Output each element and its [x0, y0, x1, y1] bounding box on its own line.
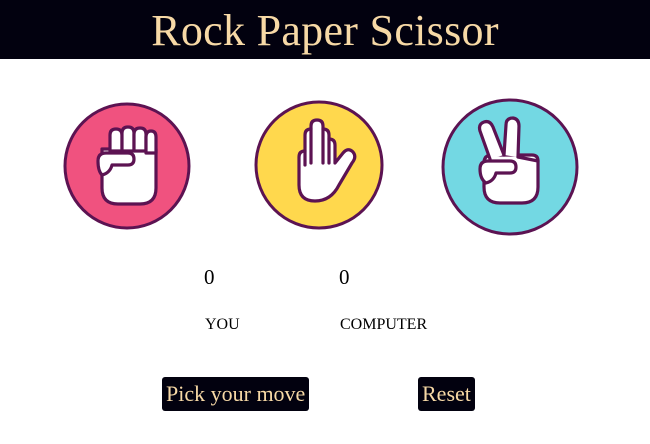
pick-your-move-button[interactable]: Pick your move: [162, 377, 310, 411]
computer-score: 0: [339, 265, 350, 289]
scissor-choice-button[interactable]: [440, 97, 580, 237]
open-hand-icon: [254, 100, 384, 230]
reset-button[interactable]: Reset: [418, 377, 475, 411]
header-bar: Rock Paper Scissor: [0, 0, 650, 59]
fist-icon: [63, 102, 191, 230]
player-score-label: YOU: [205, 316, 240, 333]
player-score: 0: [204, 265, 215, 289]
computer-score-label: COMPUTER: [340, 316, 428, 333]
page-title: Rock Paper Scissor: [151, 6, 499, 55]
paper-choice-button[interactable]: [253, 99, 385, 231]
peace-hand-icon: [441, 98, 579, 236]
rock-choice-button[interactable]: [62, 101, 192, 231]
